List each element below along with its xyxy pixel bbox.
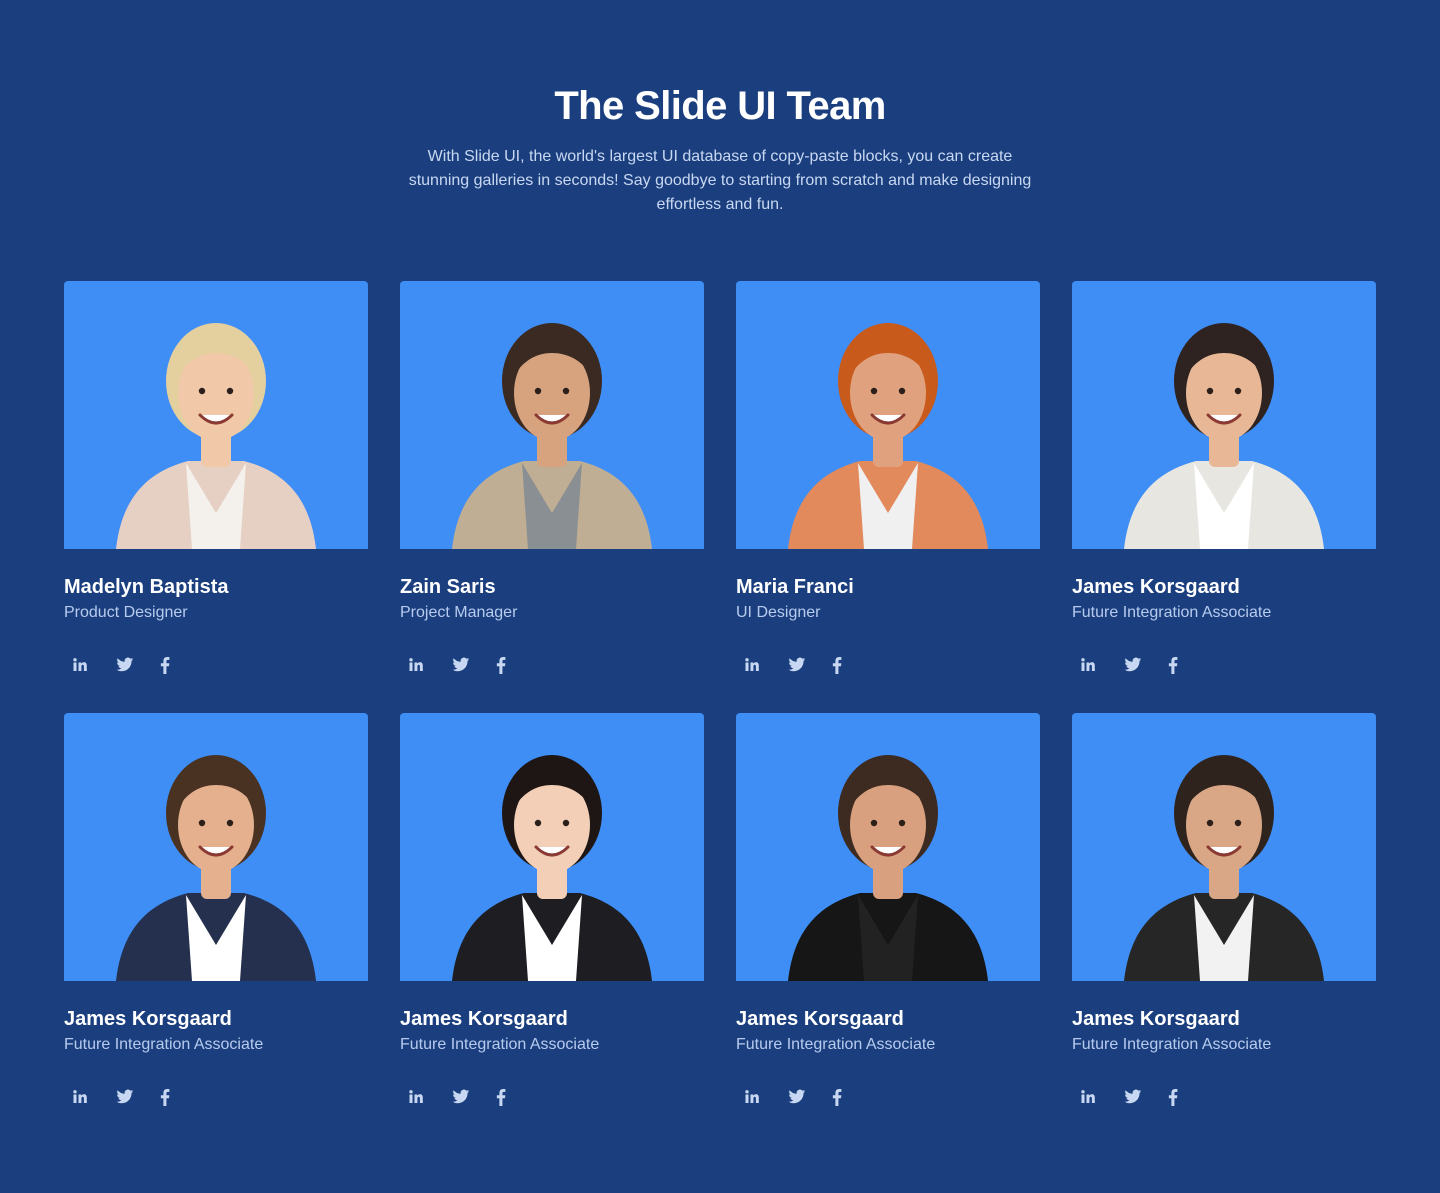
member-photo bbox=[736, 281, 1040, 549]
social-links bbox=[68, 1085, 200, 1109]
linkedin-icon bbox=[73, 658, 87, 671]
page-title: The Slide UI Team bbox=[554, 84, 886, 128]
twitter-link[interactable] bbox=[448, 1085, 492, 1109]
linkedin-icon bbox=[745, 658, 759, 671]
facebook-icon bbox=[832, 656, 842, 674]
social-links bbox=[68, 653, 200, 677]
team-member-card: Zain Saris Project Manager bbox=[400, 281, 704, 713]
linkedin-icon bbox=[73, 1090, 87, 1103]
facebook-link[interactable] bbox=[492, 1085, 536, 1109]
member-name: James Korsgaard bbox=[1072, 576, 1240, 598]
member-portrait bbox=[788, 755, 988, 981]
facebook-icon bbox=[496, 656, 506, 674]
facebook-icon bbox=[160, 656, 170, 674]
member-portrait bbox=[788, 323, 988, 549]
facebook-link[interactable] bbox=[156, 653, 200, 677]
linkedin-link[interactable] bbox=[1076, 653, 1120, 677]
linkedin-link[interactable] bbox=[1076, 1085, 1120, 1109]
linkedin-link[interactable] bbox=[740, 1085, 784, 1109]
member-photo bbox=[400, 281, 704, 549]
facebook-link[interactable] bbox=[1164, 1085, 1208, 1109]
social-links bbox=[404, 653, 536, 677]
twitter-link[interactable] bbox=[448, 653, 492, 677]
linkedin-icon bbox=[409, 1090, 423, 1103]
twitter-link[interactable] bbox=[784, 653, 828, 677]
member-photo bbox=[1072, 713, 1376, 981]
twitter-link[interactable] bbox=[784, 1085, 828, 1109]
facebook-icon bbox=[1168, 1088, 1178, 1106]
twitter-link[interactable] bbox=[112, 653, 156, 677]
member-name: Zain Saris bbox=[400, 576, 496, 598]
member-photo bbox=[64, 713, 368, 981]
team-member-card: James Korsgaard Future Integration Assoc… bbox=[64, 713, 368, 1145]
member-name: James Korsgaard bbox=[1072, 1008, 1240, 1030]
linkedin-link[interactable] bbox=[404, 1085, 448, 1109]
facebook-link[interactable] bbox=[828, 653, 872, 677]
facebook-link[interactable] bbox=[828, 1085, 872, 1109]
member-portrait bbox=[1124, 755, 1324, 981]
social-links bbox=[740, 653, 872, 677]
member-role: Project Manager bbox=[400, 604, 518, 621]
member-portrait bbox=[452, 323, 652, 549]
member-portrait bbox=[116, 323, 316, 549]
facebook-icon bbox=[160, 1088, 170, 1106]
twitter-link[interactable] bbox=[112, 1085, 156, 1109]
team-member-card: James Korsgaard Future Integration Assoc… bbox=[1072, 713, 1376, 1145]
linkedin-link[interactable] bbox=[404, 653, 448, 677]
member-name: James Korsgaard bbox=[736, 1008, 904, 1030]
facebook-link[interactable] bbox=[492, 653, 536, 677]
social-links bbox=[740, 1085, 872, 1109]
linkedin-icon bbox=[409, 658, 423, 671]
member-role: Product Designer bbox=[64, 604, 188, 621]
member-role: Future Integration Associate bbox=[1072, 604, 1272, 621]
social-links bbox=[1076, 653, 1208, 677]
member-photo bbox=[64, 281, 368, 549]
facebook-icon bbox=[496, 1088, 506, 1106]
twitter-link[interactable] bbox=[1120, 1085, 1164, 1109]
team-member-card: James Korsgaard Future Integration Assoc… bbox=[1072, 281, 1376, 713]
twitter-icon bbox=[452, 657, 470, 672]
member-name: Maria Franci bbox=[736, 576, 854, 598]
member-role: Future Integration Associate bbox=[1072, 1036, 1272, 1053]
social-links bbox=[404, 1085, 536, 1109]
social-links bbox=[1076, 1085, 1208, 1109]
member-portrait bbox=[1124, 323, 1324, 549]
linkedin-link[interactable] bbox=[68, 1085, 112, 1109]
facebook-icon bbox=[1168, 656, 1178, 674]
twitter-icon bbox=[788, 1089, 806, 1104]
linkedin-icon bbox=[1081, 1090, 1095, 1103]
member-role: UI Designer bbox=[736, 604, 821, 621]
team-grid: Madelyn Baptista Product Designer Zain S… bbox=[64, 281, 1376, 1145]
member-name: James Korsgaard bbox=[400, 1008, 568, 1030]
linkedin-link[interactable] bbox=[68, 653, 112, 677]
member-name: James Korsgaard bbox=[64, 1008, 232, 1030]
page-subtitle: With Slide UI, the world's largest UI da… bbox=[408, 148, 1032, 213]
team-member-card: Maria Franci UI Designer bbox=[736, 281, 1040, 713]
facebook-link[interactable] bbox=[1164, 653, 1208, 677]
linkedin-link[interactable] bbox=[740, 653, 784, 677]
twitter-icon bbox=[788, 657, 806, 672]
member-role: Future Integration Associate bbox=[400, 1036, 600, 1053]
twitter-icon bbox=[1124, 1089, 1142, 1104]
member-role: Future Integration Associate bbox=[736, 1036, 936, 1053]
twitter-link[interactable] bbox=[1120, 653, 1164, 677]
twitter-icon bbox=[116, 1089, 134, 1104]
twitter-icon bbox=[1124, 657, 1142, 672]
member-portrait bbox=[452, 755, 652, 981]
linkedin-icon bbox=[745, 1090, 759, 1103]
member-role: Future Integration Associate bbox=[64, 1036, 264, 1053]
facebook-link[interactable] bbox=[156, 1085, 200, 1109]
member-photo bbox=[736, 713, 1040, 981]
team-member-card: Madelyn Baptista Product Designer bbox=[64, 281, 368, 713]
team-member-card: James Korsgaard Future Integration Assoc… bbox=[736, 713, 1040, 1145]
twitter-icon bbox=[116, 657, 134, 672]
member-name: Madelyn Baptista bbox=[64, 576, 229, 598]
facebook-icon bbox=[832, 1088, 842, 1106]
member-portrait bbox=[116, 755, 316, 981]
member-photo bbox=[1072, 281, 1376, 549]
linkedin-icon bbox=[1081, 658, 1095, 671]
twitter-icon bbox=[452, 1089, 470, 1104]
member-photo bbox=[400, 713, 704, 981]
team-member-card: James Korsgaard Future Integration Assoc… bbox=[400, 713, 704, 1145]
